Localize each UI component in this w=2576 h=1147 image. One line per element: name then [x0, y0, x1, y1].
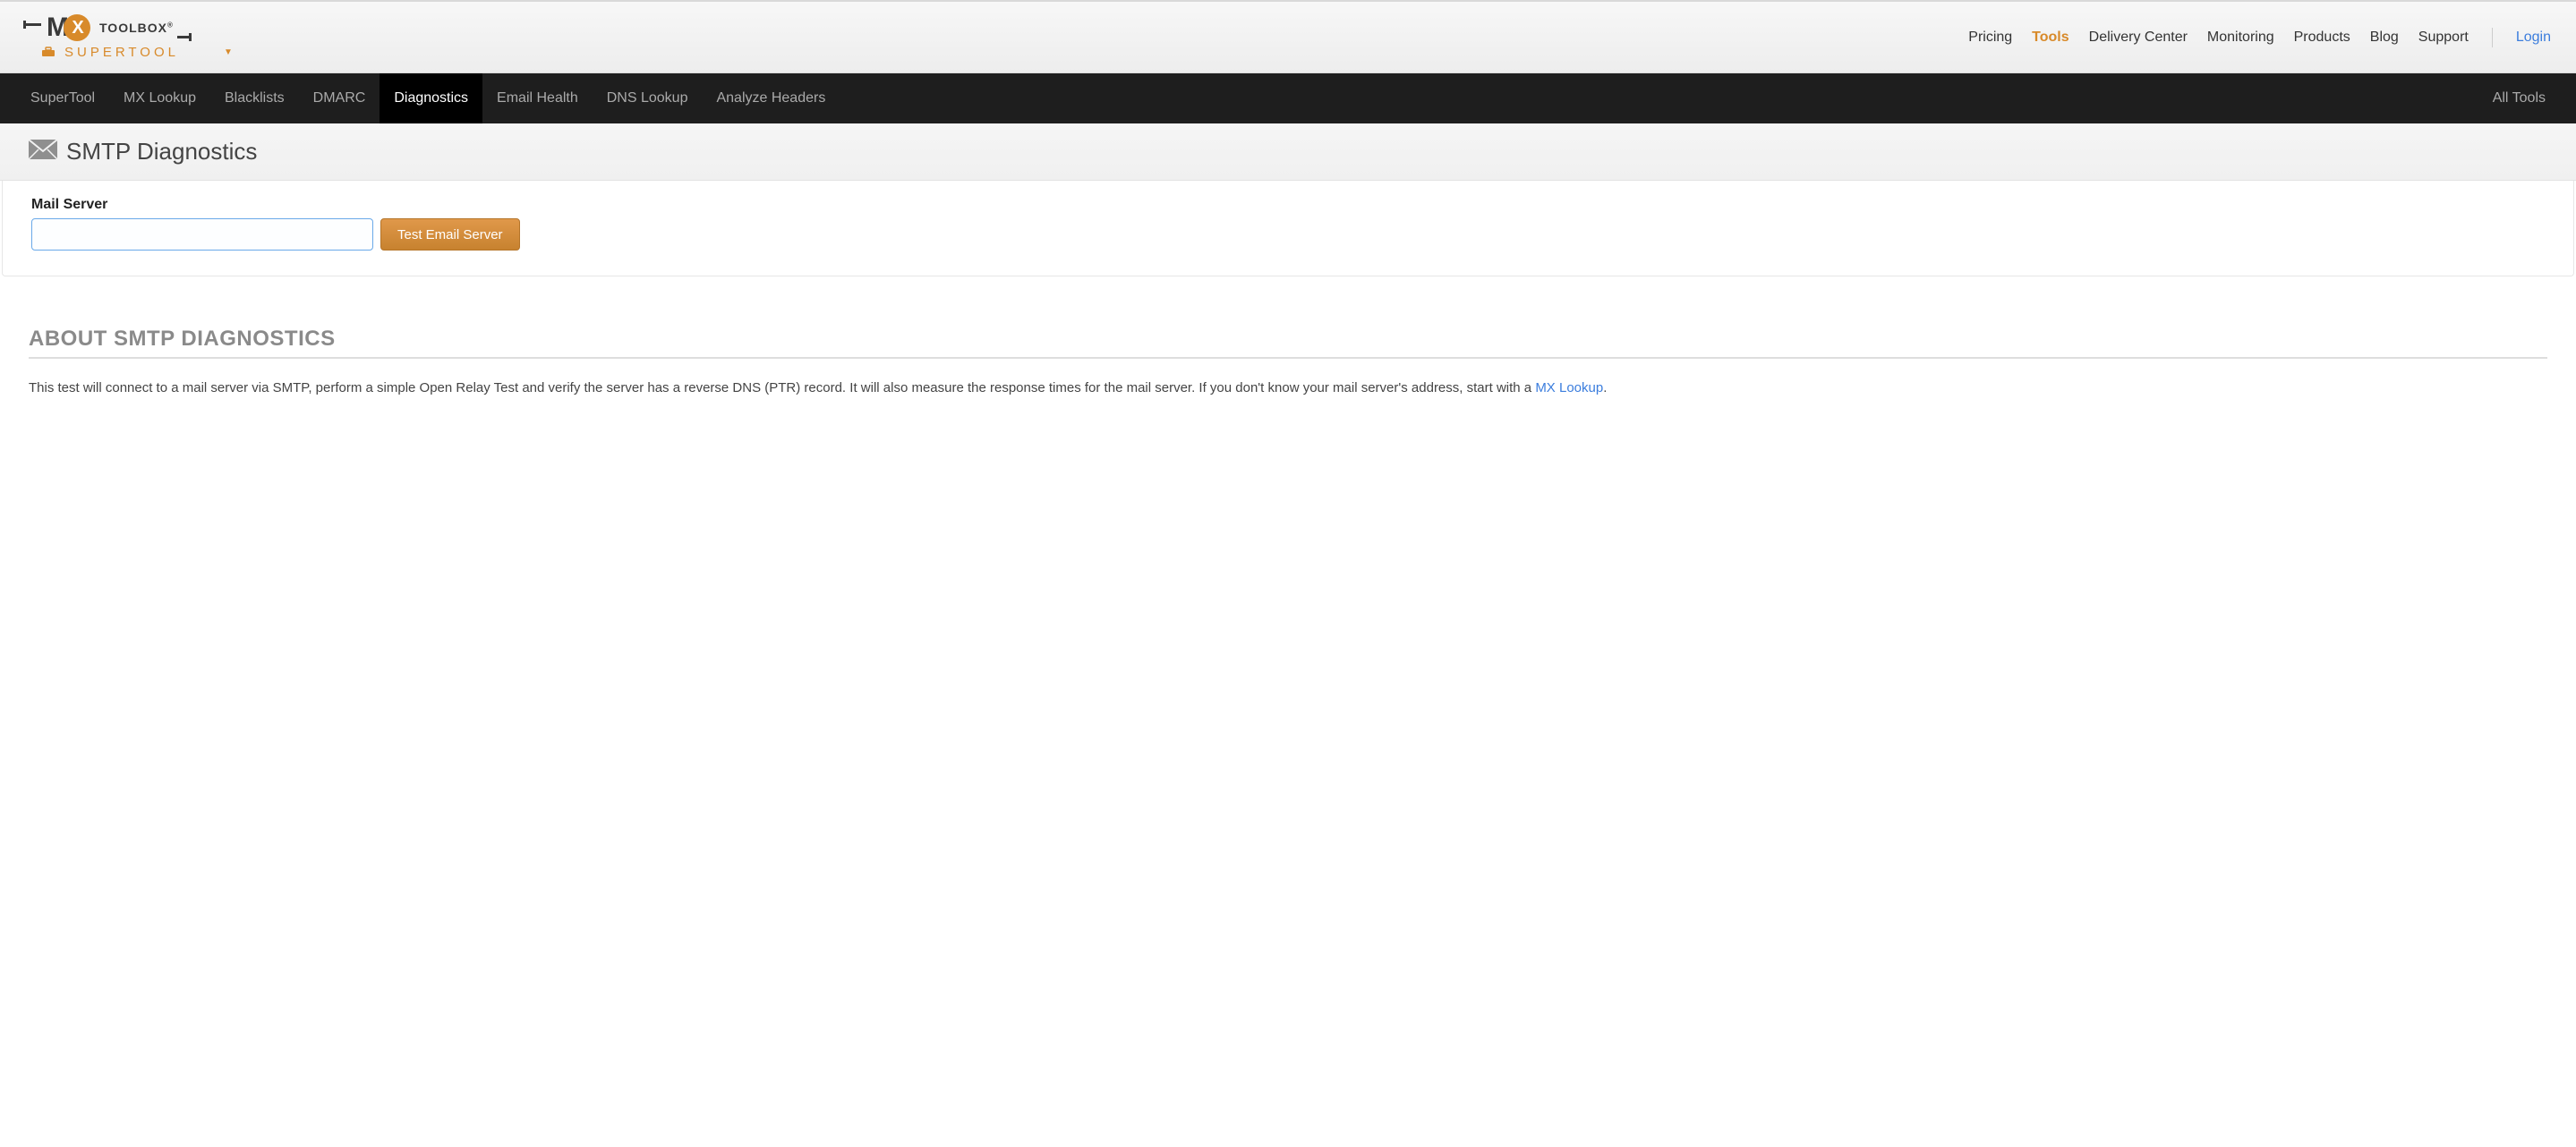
subnav-mx-lookup[interactable]: MX Lookup [109, 73, 210, 123]
logo-decoration-right [177, 36, 190, 38]
subnav-diagnostics[interactable]: Diagnostics [380, 73, 482, 123]
logo-decoration-left [25, 23, 41, 26]
subnav-dmarc[interactable]: DMARC [299, 73, 380, 123]
nav-login[interactable]: Login [2516, 30, 2551, 46]
logo-toolbox-text: TOOLBOX® [99, 21, 174, 35]
mx-lookup-link[interactable]: MX Lookup [1535, 380, 1603, 395]
sub-nav: SuperTool MX Lookup Blacklists DMARC Dia… [0, 73, 2576, 123]
subnav-supertool[interactable]: SuperTool [16, 73, 109, 123]
top-nav: Pricing Tools Delivery Center Monitoring… [1968, 28, 2551, 47]
mail-server-input[interactable] [31, 218, 373, 251]
about-body: This test will connect to a mail server … [29, 378, 2547, 399]
nav-divider [2492, 28, 2493, 47]
subnav-email-health[interactable]: Email Health [482, 73, 593, 123]
form-panel: Mail Server Test Email Server [2, 181, 2574, 276]
logo-main: M X TOOLBOX® [25, 14, 233, 41]
about-period: . [1603, 380, 1607, 395]
logo-block[interactable]: M X TOOLBOX® SUPERTOOL ▼ [25, 14, 233, 60]
page-header: SMTP Diagnostics [0, 123, 2576, 181]
logo-text: M X [47, 14, 90, 41]
nav-delivery-center[interactable]: Delivery Center [2089, 30, 2188, 46]
about-title: ABOUT SMTP DIAGNOSTICS [29, 327, 2547, 359]
subnav-all-tools[interactable]: All Tools [2478, 73, 2560, 123]
nav-monitoring[interactable]: Monitoring [2207, 30, 2274, 46]
mail-icon [29, 140, 57, 164]
test-email-server-button[interactable]: Test Email Server [380, 218, 520, 251]
nav-tools[interactable]: Tools [2032, 30, 2068, 46]
nav-support[interactable]: Support [2418, 30, 2469, 46]
chevron-down-icon[interactable]: ▼ [224, 47, 233, 57]
toolbox-icon [41, 46, 55, 60]
about-section: ABOUT SMTP DIAGNOSTICS This test will co… [0, 276, 2576, 421]
supertool-label: SUPERTOOL [64, 45, 179, 60]
nav-pricing[interactable]: Pricing [1968, 30, 2012, 46]
subnav-blacklists[interactable]: Blacklists [210, 73, 299, 123]
subnav-dns-lookup[interactable]: DNS Lookup [593, 73, 703, 123]
mail-server-label: Mail Server [31, 197, 2545, 213]
supertool-dropdown[interactable]: SUPERTOOL ▼ [41, 45, 233, 60]
nav-products[interactable]: Products [2294, 30, 2350, 46]
nav-blog[interactable]: Blog [2370, 30, 2399, 46]
page-title: SMTP Diagnostics [66, 138, 257, 166]
logo-x-circle-icon: X [64, 14, 90, 41]
input-row: Test Email Server [31, 218, 2545, 251]
top-bar: M X TOOLBOX® SUPERTOOL ▼ Pricing Tools D… [0, 0, 2576, 73]
subnav-spacer [840, 73, 2478, 123]
subnav-analyze-headers[interactable]: Analyze Headers [702, 73, 840, 123]
about-text: This test will connect to a mail server … [29, 380, 1535, 395]
